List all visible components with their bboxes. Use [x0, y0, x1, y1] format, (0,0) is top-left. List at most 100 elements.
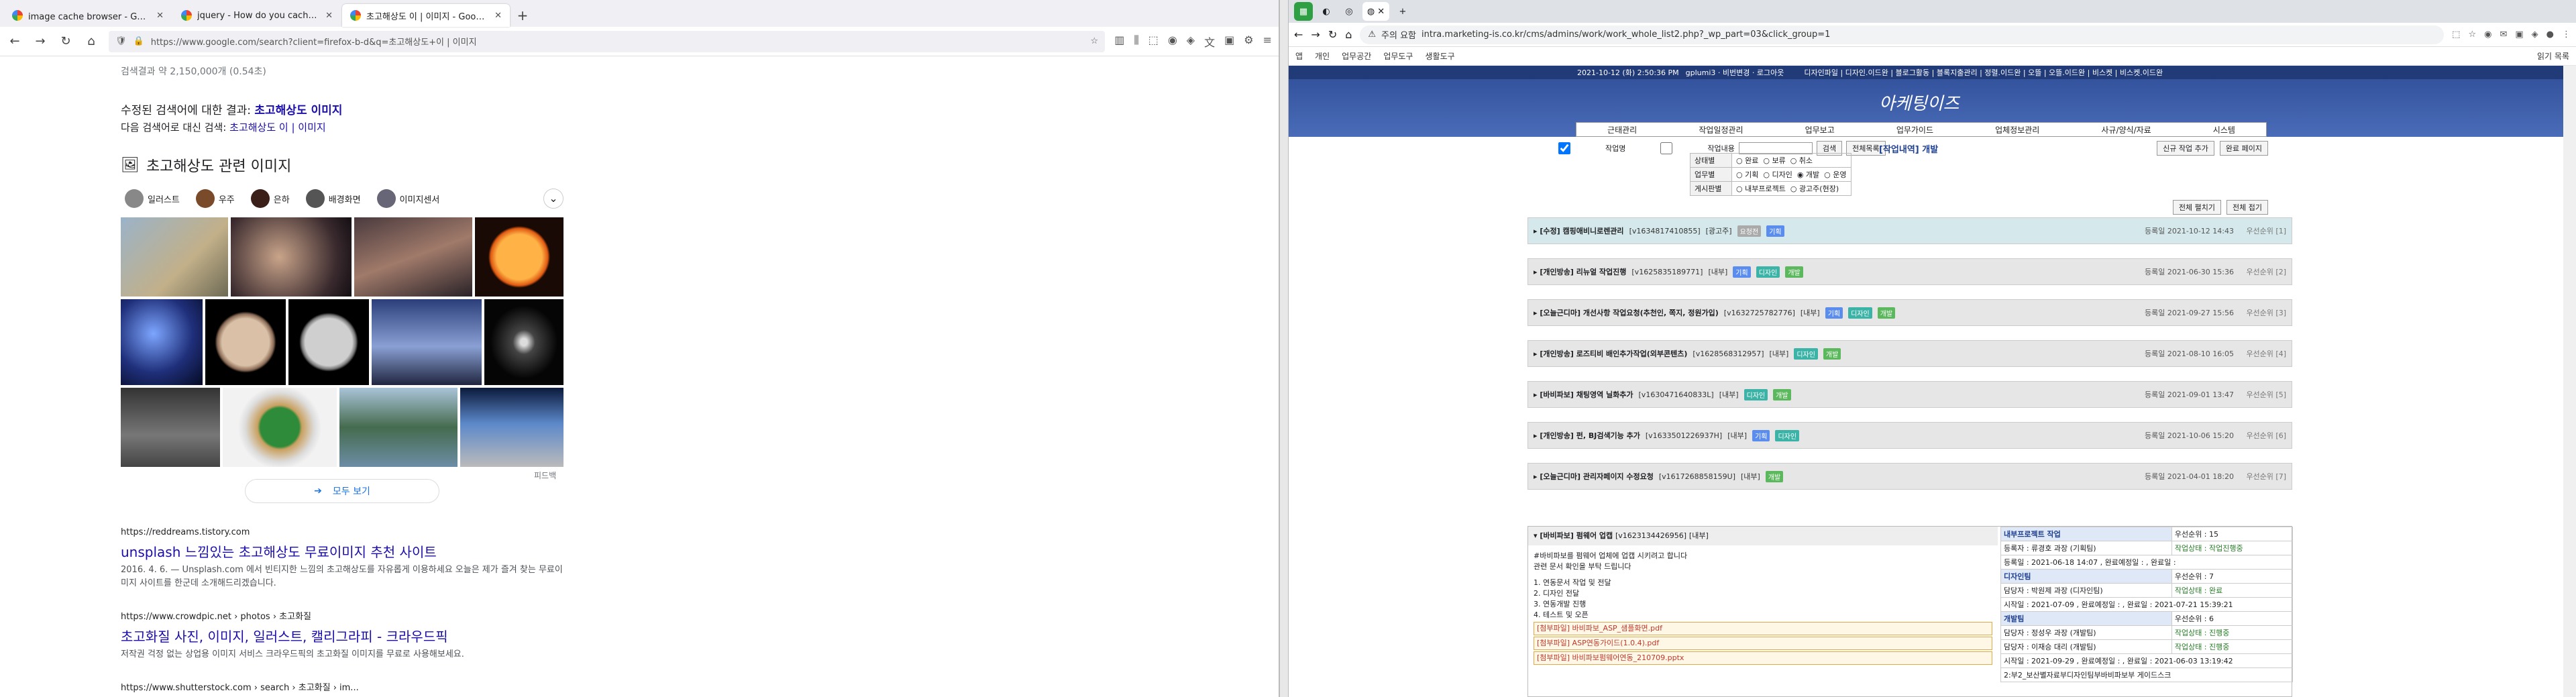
forward-icon[interactable]: →: [32, 34, 48, 48]
collapse-all-button[interactable]: 전체 접기: [2226, 200, 2268, 215]
image-filter-chip[interactable]: 은하: [247, 186, 294, 211]
menu-item[interactable]: 업체정보관리: [1995, 124, 2039, 136]
bookmark-folder[interactable]: 생활도구: [1425, 50, 1454, 62]
image-filter-chip[interactable]: 우주: [192, 186, 239, 211]
image-thumbnail[interactable]: [460, 388, 564, 467]
menu-icon[interactable]: ⋮: [2562, 30, 2571, 40]
attachment-link[interactable]: [첨부파일] ASP연동가이드(1.0.4).pdf: [1534, 637, 1992, 650]
bookmark-folder[interactable]: 업무공간: [1342, 50, 1371, 62]
star-icon[interactable]: ☆: [1091, 36, 1099, 46]
filter-task[interactable]: ○ 기획 ○ 디자인 ◉ 개발 ○ 운영: [1731, 167, 1851, 182]
close-icon[interactable]: ✕: [325, 11, 333, 21]
url-text[interactable]: intra.marketing-is.co.kr/cms/admins/work…: [1421, 30, 1830, 40]
corrected-query-link[interactable]: 초고해상도 이미지: [254, 104, 342, 117]
image-thumbnail[interactable]: [121, 299, 203, 385]
tab-active-search[interactable]: 초고해상도 이 | 이미지 - Google 검색✕: [342, 4, 510, 27]
image-thumbnail[interactable]: [339, 388, 458, 467]
work-row[interactable]: ▸ [개인방송] 로즈티비 배인추가작업(외부콘텐츠) [v16285683129…: [1527, 340, 2292, 367]
expand-all-button[interactable]: 전체 펼치기: [2172, 200, 2222, 215]
image-thumbnail[interactable]: [484, 299, 564, 385]
work-row[interactable]: ▸ [개인방송] 펀, BJ검색기능 추가 [v1633501226937H] [내…: [1527, 422, 2292, 449]
work-row[interactable]: ▸ [오늘근디마] 관리자페이지 수정요청 [v1617268858159U] [내…: [1527, 463, 2292, 490]
image-thumbnail[interactable]: [288, 299, 369, 385]
home-icon[interactable]: ⌂: [83, 34, 99, 48]
menu-item[interactable]: 근태관리: [1607, 124, 1637, 136]
library-icon[interactable]: ⫼: [1134, 34, 1138, 50]
image-thumbnail[interactable]: [205, 299, 286, 385]
menu-item[interactable]: 시스템: [2213, 124, 2235, 136]
work-row[interactable]: ▸ [개인방송] 리뉴얼 작업진행 [v1625835189771] [내부] 기획 디…: [1527, 258, 2292, 285]
result-url[interactable]: https://www.crowdpic.net › photos › 초고화질: [121, 609, 564, 622]
translate-icon[interactable]: 文: [1204, 34, 1215, 50]
account-icon[interactable]: ◉: [1168, 34, 1177, 50]
site-logo[interactable]: 아케팅이즈: [1879, 90, 1960, 115]
original-query-link[interactable]: 초고해상도 이 | 이미지: [229, 121, 326, 133]
star-icon[interactable]: ☆: [2468, 30, 2476, 40]
filter-status[interactable]: ○ 완료 ○ 보류 ○ 취소: [1731, 153, 1851, 168]
user-links[interactable]: gplumi3 · 비번변경 · 로그아웃: [1686, 67, 1784, 78]
reload-icon[interactable]: ↻: [1328, 28, 1337, 41]
menu-item[interactable]: 업무가이드: [1896, 124, 1933, 136]
image-thumbnail[interactable]: [475, 217, 564, 297]
extension-icon[interactable]: ✉: [2500, 30, 2507, 40]
security-label[interactable]: 주의 요함: [1381, 28, 1416, 41]
filter-board[interactable]: ○ 내부프로젝트 ○ 광고주(현장): [1731, 181, 1851, 196]
work-row[interactable]: ▸ [수정] 캠핑애비니로렌관리 [v1634817410855] [광고주] 요청전…: [1527, 217, 2292, 244]
menu-item[interactable]: 사규/양식/자료: [2101, 124, 2151, 136]
tab-pinned[interactable]: ▦: [1294, 2, 1313, 21]
see-all-images-button[interactable]: ➔ 모두 보기: [245, 479, 439, 503]
result-url[interactable]: https://www.shutterstock.com › search › …: [121, 680, 564, 693]
home-icon[interactable]: ⌂: [1345, 28, 1352, 41]
address-bar[interactable]: 🛡 🔒 https://www.google.com/search?client…: [109, 30, 1106, 52]
extension-icon[interactable]: ◉: [2484, 30, 2491, 40]
address-bar[interactable]: ⚠ 주의 요함 intra.marketing-is.co.kr/cms/adm…: [1360, 25, 2445, 44]
new-tab-button[interactable]: +: [511, 4, 534, 27]
work-row[interactable]: ▸ [바비파보] 채팅영역 닐화추가 [v1630471640833L] [내부] 디…: [1527, 381, 2292, 408]
lock-icon[interactable]: 🔒: [133, 36, 144, 46]
url-text[interactable]: https://www.google.com/search?client=fir…: [151, 35, 1084, 48]
attachment-link[interactable]: [첨부파일] 바비파보펌웨어연동_210709.pptx: [1534, 651, 1992, 665]
extension-icon[interactable]: ◈: [2532, 30, 2538, 40]
menu-icon[interactable]: ≡: [1263, 34, 1272, 50]
image-filter-chip[interactable]: 일러스트: [121, 186, 184, 211]
detail-title[interactable]: ▾ [바비파보] 펌웨어 업캡 [v1623134426956] [내부]: [1528, 527, 1998, 545]
new-tab-button[interactable]: +: [1393, 2, 1412, 21]
close-icon[interactable]: ✕: [156, 11, 164, 21]
attachment-link[interactable]: [첨부파일] 바비파보_ASP_샘플화면.pdf: [1534, 622, 1992, 635]
result-title[interactable]: unsplash 느낌있는 초고해상도 무료이미지 추천 사이트: [121, 541, 564, 561]
extension-icon[interactable]: ◈: [1187, 34, 1195, 50]
close-icon[interactable]: ✕: [494, 11, 502, 21]
extension-icon[interactable]: ▣: [1224, 34, 1234, 50]
done-page-button[interactable]: 완료 페이지: [2219, 141, 2268, 156]
extension-icon[interactable]: ⬚: [2452, 30, 2460, 40]
add-work-button[interactable]: 신규 작업 추가: [2157, 141, 2214, 156]
scrollbar[interactable]: [2563, 66, 2576, 697]
menu-item[interactable]: 작업일정관리: [1699, 124, 1743, 136]
tab-image-cache[interactable]: image cache browser - Google 검색✕: [4, 4, 172, 27]
extension-icon[interactable]: ▣: [2515, 30, 2523, 40]
image-thumbnail[interactable]: [354, 217, 472, 297]
quick-links[interactable]: 디자인파일 | 디자인.이드완 | 블로그활동 | 블록지출관리 | 정렬.이드…: [1804, 67, 2163, 78]
forward-icon[interactable]: →: [1311, 28, 1320, 41]
sidebar-icon[interactable]: ▥: [1114, 34, 1124, 50]
shield-icon[interactable]: 🛡: [115, 36, 127, 46]
work-row[interactable]: ▸ [오늘근디마] 개선사항 작업요청(추천인, 쪽지, 정원가입) [v1632…: [1527, 299, 2292, 326]
tab-jquery[interactable]: jquery - How do you cache an ima✕: [173, 4, 341, 27]
tab-pinned[interactable]: ◎: [1340, 2, 1358, 21]
image-thumbnail[interactable]: [121, 388, 220, 467]
image-filter-chip[interactable]: 이미지센서: [373, 186, 444, 211]
profile-avatar[interactable]: ●: [2546, 30, 2554, 40]
result-title[interactable]: 초고화질 사진, 이미지, 일러스트, 캘리그라피 - 크라우드픽: [121, 626, 564, 645]
image-thumbnail[interactable]: [121, 217, 228, 297]
tab-pinned[interactable]: ◐: [1317, 2, 1336, 21]
checkbox-title[interactable]: [1527, 142, 1601, 154]
image-thumbnail[interactable]: [231, 217, 352, 297]
tab-active[interactable]: ◍ ✕: [1362, 2, 1389, 21]
feedback-link[interactable]: 피드백: [534, 470, 556, 481]
screenshot-icon[interactable]: ⬚: [1148, 34, 1159, 50]
back-icon[interactable]: ←: [7, 34, 23, 48]
image-thumbnail[interactable]: [223, 388, 337, 467]
bookmark-apps[interactable]: 앱: [1295, 50, 1303, 62]
reload-icon[interactable]: ↻: [58, 34, 74, 48]
result-url[interactable]: https://reddreams.tistory.com: [121, 527, 564, 537]
